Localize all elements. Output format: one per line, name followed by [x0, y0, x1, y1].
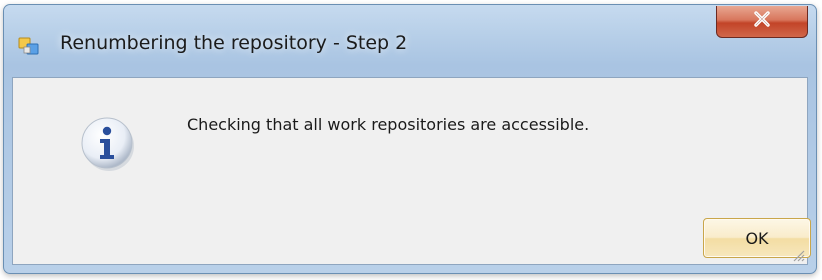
close-icon — [751, 10, 773, 33]
information-icon — [79, 115, 137, 173]
close-button[interactable] — [716, 6, 808, 38]
dialog-message: Checking that all work repositories are … — [187, 115, 590, 134]
title-bar[interactable]: Renumbering the repository - Step 2 — [4, 5, 816, 75]
resize-grip-icon[interactable] — [791, 248, 805, 262]
dialog-window: Renumbering the repository - Step 2 Chec… — [3, 4, 817, 274]
dialog-content: Checking that all work repositories are … — [12, 77, 811, 265]
window-title: Renumbering the repository - Step 2 — [60, 32, 408, 54]
repository-app-icon — [18, 35, 40, 57]
